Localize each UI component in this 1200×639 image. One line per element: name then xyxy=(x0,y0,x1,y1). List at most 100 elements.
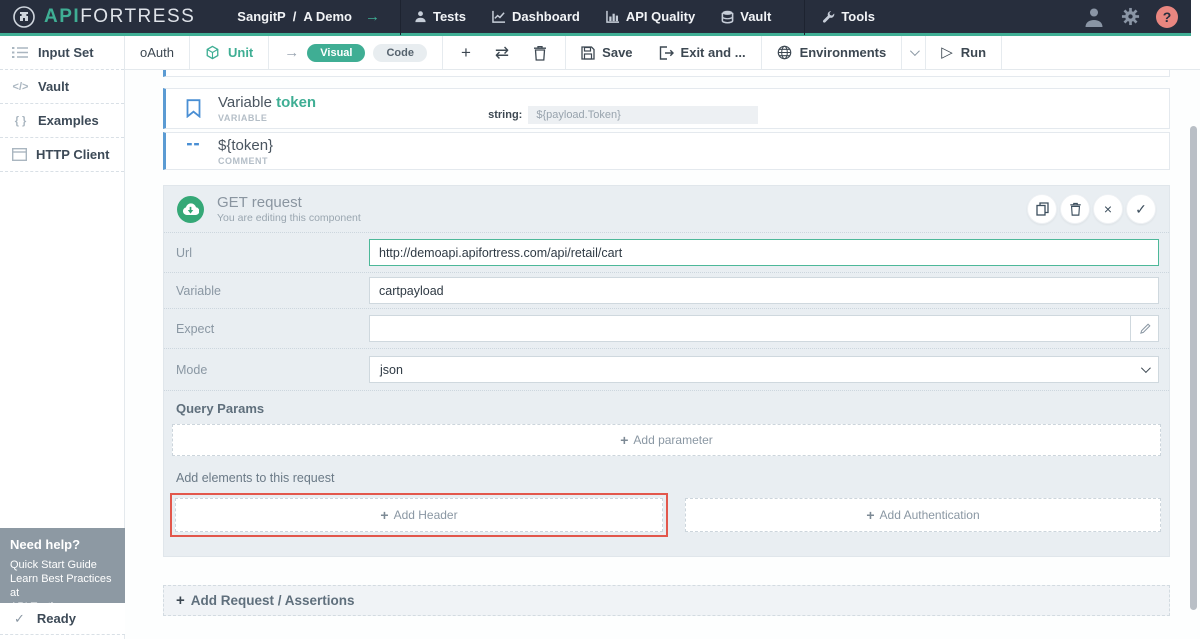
sidebar-item-vault[interactable]: </> Vault xyxy=(0,70,124,104)
add-header-button[interactable]: + Add Header xyxy=(175,498,663,532)
need-help-title: Need help? xyxy=(10,537,115,552)
variable-input[interactable] xyxy=(369,277,1159,304)
tab-unit[interactable]: Unit xyxy=(190,36,269,69)
sidebar-item-input-set[interactable]: Input Set xyxy=(0,36,124,70)
navbar-actions: ? xyxy=(1083,6,1178,28)
breadcrumb[interactable]: SangitP / A Demo → xyxy=(237,8,380,25)
tab-oauth[interactable]: oAuth xyxy=(125,36,190,69)
delete-button[interactable] xyxy=(1060,194,1090,224)
request-icon-badge xyxy=(177,196,204,223)
request-subtitle: You are editing this component xyxy=(217,212,1027,224)
reorder-icon[interactable]: ⇄ xyxy=(495,44,509,61)
nav-item-dashboard[interactable]: Dashboard xyxy=(479,0,593,33)
exit-button[interactable]: Exit and ... xyxy=(659,45,746,60)
partial-component-card xyxy=(163,70,1170,77)
component-icon-wrap: “ xyxy=(176,143,210,159)
apifortress-logo-icon xyxy=(12,5,36,29)
file-actions: Save Exit and ... xyxy=(566,36,761,69)
code-toggle-button[interactable]: Code xyxy=(373,44,427,62)
nav-item-tests[interactable]: Tests xyxy=(401,0,479,33)
code-icon: </> xyxy=(12,81,29,93)
variable-name: token xyxy=(276,94,316,111)
brand-wordmark: APIFORTRESS xyxy=(44,6,195,28)
play-icon: ▷ xyxy=(941,45,953,60)
get-request-header: GET request You are editing this compone… xyxy=(164,186,1169,233)
breadcrumb-user[interactable]: SangitP xyxy=(237,9,285,24)
expect-field-row: Expect xyxy=(164,309,1169,349)
nav-item-api-quality[interactable]: API Quality xyxy=(593,0,708,33)
unit-cube-icon xyxy=(205,45,220,60)
add-component-button[interactable]: + xyxy=(461,44,471,61)
visual-toggle-button[interactable]: Visual xyxy=(307,44,365,62)
user-icon xyxy=(414,10,427,23)
confirm-button[interactable]: ✓ xyxy=(1126,194,1156,224)
variable-type-key: string: xyxy=(488,109,522,121)
request-title: GET request xyxy=(217,194,1027,211)
chevron-down-icon xyxy=(1141,363,1151,373)
top-navbar: APIFORTRESS SangitP / A Demo → Tests Das… xyxy=(0,0,1200,36)
component-body: ${token} COMMENT xyxy=(218,137,273,166)
settings-gear-icon[interactable] xyxy=(1121,7,1140,26)
help-button[interactable]: ? xyxy=(1156,6,1178,28)
add-authentication-button[interactable]: + Add Authentication xyxy=(685,498,1161,532)
trash-icon xyxy=(1069,202,1082,216)
test-composer-canvas: Variable token VARIABLE string: ${payloa… xyxy=(125,70,1200,639)
nav-item-tools[interactable]: Tools xyxy=(809,0,888,33)
save-icon xyxy=(581,46,595,60)
copy-icon xyxy=(1036,202,1049,216)
sidebar-item-http-client[interactable]: HTTP Client xyxy=(0,138,124,172)
add-parameter-button[interactable]: + Add parameter xyxy=(172,424,1161,456)
list-icon xyxy=(12,46,29,59)
pencil-icon xyxy=(1139,323,1151,335)
save-button[interactable]: Save xyxy=(581,45,632,60)
comment-component-card[interactable]: “ ${token} COMMENT xyxy=(163,132,1170,170)
chevron-down-icon xyxy=(910,46,920,56)
component-body: Variable token VARIABLE xyxy=(218,94,316,123)
expect-edit-button[interactable] xyxy=(1131,315,1159,342)
request-header-text: GET request You are editing this compone… xyxy=(217,194,1027,224)
variable-value: ${payload.Token} xyxy=(528,106,758,124)
chart-bar-icon xyxy=(606,10,620,23)
add-elements-label: Add elements to this request xyxy=(176,471,1169,485)
add-request-assertions-button[interactable]: + Add Request / Assertions xyxy=(163,585,1170,616)
status-bar: ✓ Ready xyxy=(0,603,125,635)
app-logo[interactable]: APIFORTRESS xyxy=(12,5,195,29)
trash-icon[interactable] xyxy=(533,45,547,61)
globe-icon xyxy=(777,45,792,60)
duplicate-button[interactable] xyxy=(1027,194,1057,224)
database-icon xyxy=(721,10,734,24)
quick-start-link[interactable]: Quick Start Guide xyxy=(10,558,115,572)
view-toggle: → Visual Code xyxy=(269,36,443,69)
request-header-actions: × ✓ xyxy=(1027,194,1156,224)
variable-component-card[interactable]: Variable token VARIABLE string: ${payloa… xyxy=(163,88,1170,129)
query-params-heading: Query Params xyxy=(176,401,1169,416)
test-toolbar: oAuth Unit → Visual Code + ⇄ Save Exit a… xyxy=(125,36,1200,70)
navbar-divider xyxy=(804,0,805,35)
component-icon-wrap xyxy=(176,99,210,118)
comment-title: ${token} xyxy=(218,137,273,154)
exit-icon xyxy=(659,46,674,60)
component-type-label: VARIABLE xyxy=(218,113,316,123)
scrollbar-gutter xyxy=(1191,0,1200,36)
chart-line-icon xyxy=(492,10,506,23)
breadcrumb-project[interactable]: A Demo xyxy=(303,9,352,24)
nav-item-vault[interactable]: Vault xyxy=(708,0,784,33)
variable-title: Variable token xyxy=(218,94,316,111)
expect-input[interactable] xyxy=(369,315,1131,342)
cancel-button[interactable]: × xyxy=(1093,194,1123,224)
request-elements-row: + Add Header + Add Authentication xyxy=(170,493,1161,537)
mode-select[interactable]: json xyxy=(369,356,1159,383)
component-type-label: COMMENT xyxy=(218,156,273,166)
vertical-scrollbar-thumb[interactable] xyxy=(1190,126,1197,610)
run-button[interactable]: ▷ Run xyxy=(926,36,1002,69)
account-icon[interactable] xyxy=(1083,6,1105,28)
variable-field-label: Variable xyxy=(176,284,369,298)
url-input[interactable] xyxy=(369,239,1159,266)
wrench-icon xyxy=(822,10,835,23)
sidebar-item-examples[interactable]: { } Examples xyxy=(0,104,124,138)
get-request-editor-panel: GET request You are editing this compone… xyxy=(163,185,1170,557)
close-icon: × xyxy=(1104,201,1112,217)
environments-dropdown-toggle[interactable] xyxy=(902,36,926,69)
variable-value-pair: string: ${payload.Token} xyxy=(488,106,758,124)
environments-button[interactable]: Environments xyxy=(762,36,903,69)
